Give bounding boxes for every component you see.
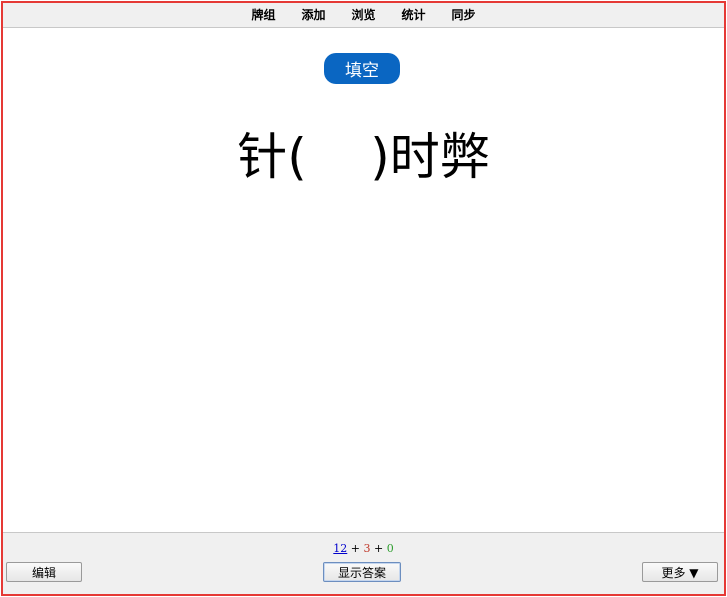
review-count: 0 <box>386 542 394 555</box>
card-question: 针( )时弊 <box>237 128 490 186</box>
edit-button[interactable]: 编辑 <box>6 562 82 582</box>
bottom-bar: 12 + 3 + 0 编辑 显示答案 更多 ▼ <box>3 532 724 594</box>
nav-sync[interactable]: 同步 <box>452 3 476 27</box>
learning-count: 3 <box>363 542 371 555</box>
more-button[interactable]: 更多 ▼ <box>642 562 718 582</box>
top-toolbar: 牌组 添加 浏览 统计 同步 <box>3 3 724 28</box>
card-type-badge: 填空 <box>324 53 400 84</box>
card-display: 填空 针( )时弊 <box>3 28 724 532</box>
nav-add[interactable]: 添加 <box>301 3 325 27</box>
nav-decks[interactable]: 牌组 <box>251 3 275 27</box>
due-counts: 12 + 3 + 0 <box>3 542 724 555</box>
count-separator: + <box>347 542 364 555</box>
app-window: 牌组 添加 浏览 统计 同步 填空 针( )时弊 12 + 3 + 0 编辑 显… <box>1 1 726 596</box>
new-count[interactable]: 12 <box>333 542 347 555</box>
nav-browse[interactable]: 浏览 <box>351 3 375 27</box>
count-separator: + <box>370 542 387 555</box>
nav-stats[interactable]: 统计 <box>402 3 426 27</box>
show-answer-button[interactable]: 显示答案 <box>323 562 401 582</box>
